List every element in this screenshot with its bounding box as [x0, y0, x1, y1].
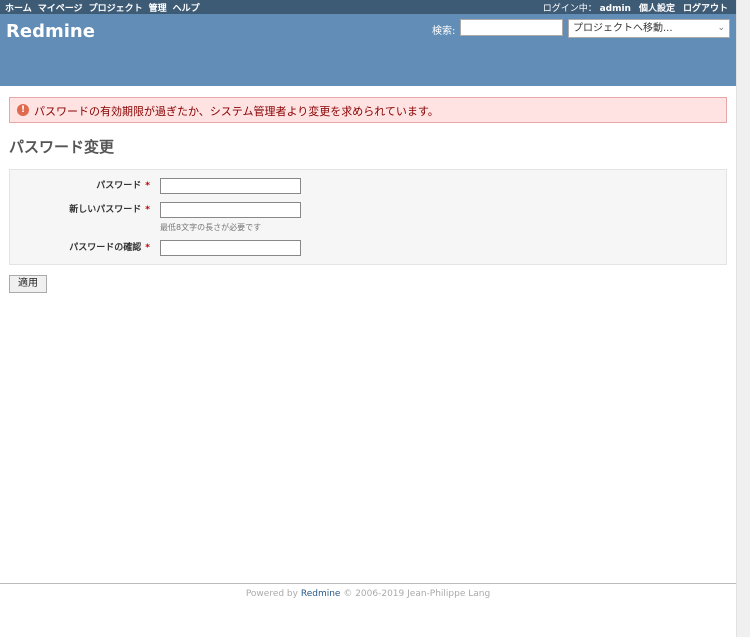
logout-link[interactable]: ログアウト — [683, 1, 728, 14]
search-input[interactable] — [460, 19, 563, 36]
app-title[interactable]: Redmine — [6, 21, 95, 42]
password-label-text: パスワード — [96, 181, 142, 191]
user-link[interactable]: admin — [600, 4, 631, 14]
confirm-password-label: パスワードの確認 * — [10, 240, 150, 253]
search-label: 検索: — [432, 26, 456, 37]
flash-message: パスワードの有効期限が過ぎたか、システム管理者より変更を求められています。 — [34, 105, 439, 118]
my-account-link[interactable]: 個人設定 — [639, 1, 675, 14]
error-flash: ! パスワードの有効期限が過ぎたか、システム管理者より変更を求められています。 — [9, 97, 727, 123]
vertical-scrollbar[interactable] — [736, 0, 750, 637]
confirm-password-field[interactable] — [160, 240, 301, 256]
new-password-hint: 最低8文字の長さが必要です — [160, 223, 262, 232]
redmine-link[interactable]: Redmine — [301, 589, 341, 599]
footer: Powered by Redmine © 2006-2019 Jean-Phil… — [0, 583, 736, 638]
copyright-text: © 2006-2019 Jean-Philippe Lang — [343, 589, 491, 599]
password-form-box: パスワード * 新しいパスワード * 最低8文字の長さが必要です パスワードの確認 * — [9, 169, 727, 265]
footer-line: Powered by Redmine © 2006-2019 Jean-Phil… — [0, 589, 736, 599]
menu-my-page[interactable]: マイページ — [38, 1, 83, 14]
apply-button[interactable]: 適用 — [9, 275, 47, 293]
required-mark: * — [145, 243, 150, 253]
logged-as: ログイン中： admin — [543, 1, 631, 14]
new-password-label-text: 新しいパスワード — [69, 205, 142, 215]
required-mark: * — [145, 205, 150, 215]
menu-administration[interactable]: 管理 — [149, 1, 167, 14]
menu-home[interactable]: ホーム — [5, 1, 32, 14]
project-jump-label: プロジェクトへ移動... — [573, 23, 673, 34]
password-label: パスワード * — [10, 178, 150, 191]
top-menu-left: ホーム マイページ プロジェクト 管理 ヘルプ — [5, 1, 200, 14]
top-menu-right: ログイン中： admin 個人設定 ログアウト — [543, 1, 728, 14]
header: Redmine 検索: プロジェクトへ移動... ⌄ — [0, 14, 736, 86]
required-mark: * — [145, 181, 150, 191]
new-password-label: 新しいパスワード * — [10, 202, 150, 215]
new-password-field[interactable] — [160, 202, 301, 218]
chevron-down-icon: ⌄ — [717, 23, 725, 33]
menu-projects[interactable]: プロジェクト — [89, 1, 143, 14]
password-field[interactable] — [160, 178, 301, 194]
project-jump-select[interactable]: プロジェクトへ移動... ⌄ — [568, 19, 730, 38]
warning-icon: ! — [17, 104, 29, 116]
confirm-password-label-text: パスワードの確認 — [69, 243, 142, 253]
top-menu: ホーム マイページ プロジェクト 管理 ヘルプ ログイン中： admin 個人設… — [0, 0, 736, 14]
logged-as-label: ログイン中： — [542, 4, 597, 14]
powered-by-text: Powered by — [245, 589, 298, 599]
page-title: パスワード変更 — [9, 138, 115, 156]
menu-help[interactable]: ヘルプ — [173, 1, 200, 14]
